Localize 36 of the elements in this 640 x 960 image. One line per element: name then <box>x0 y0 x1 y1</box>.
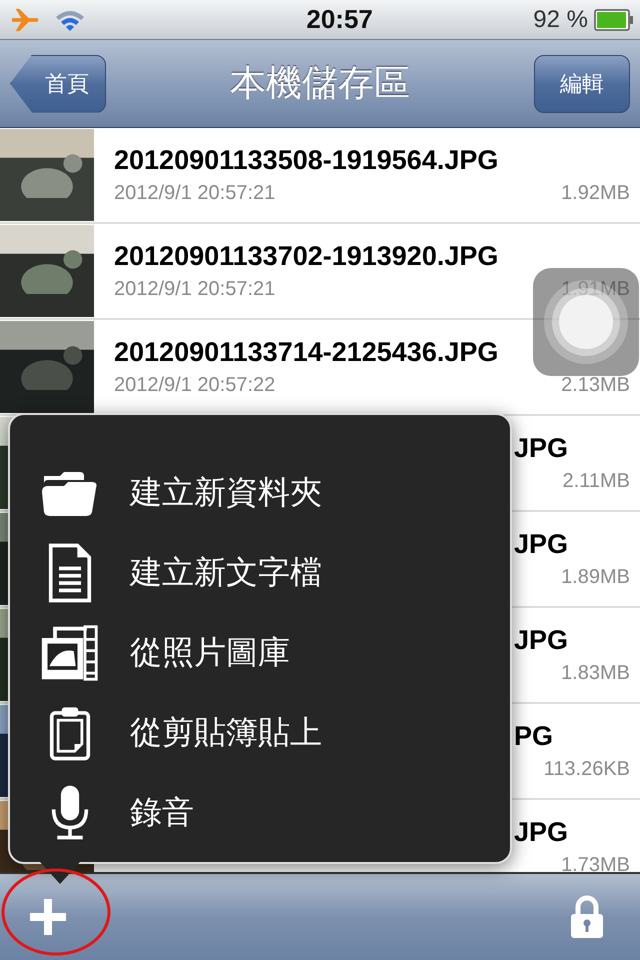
file-size: 2.11MB <box>562 470 630 493</box>
menu-item[interactable]: 建立新資料夾 <box>10 453 510 533</box>
photo-film-icon <box>40 623 100 683</box>
menu-item[interactable]: 從照片圖庫 <box>10 613 510 693</box>
lock-icon[interactable] <box>570 895 604 939</box>
file-size: 1.89MB <box>561 566 630 589</box>
file-name: 20120901133714-2125436.JPG <box>114 337 500 368</box>
file-name: PG <box>514 721 554 752</box>
file-name: JPG <box>514 817 568 848</box>
file-size: 1.73MB <box>561 854 630 872</box>
file-size: 1.92MB <box>561 182 630 205</box>
file-size: 1.83MB <box>561 662 630 685</box>
clipboard-icon <box>49 705 91 761</box>
file-date: 2012/9/1 20:57:21 <box>114 278 276 301</box>
file-name: JPG <box>514 433 568 464</box>
file-name: 20120901133702-1913920.JPG <box>114 241 500 272</box>
file-date: 2012/9/1 20:57:22 <box>114 374 276 397</box>
airplane-icon <box>10 6 40 32</box>
file-size: 113.26KB <box>544 758 630 781</box>
file-date: 2012/9/1 20:57:21 <box>114 182 276 205</box>
menu-item[interactable]: 從剪貼簿貼上 <box>10 693 510 773</box>
file-name: JPG <box>514 625 568 656</box>
menu-item[interactable]: 錄音 <box>10 773 510 853</box>
file-name: 20120901133508-1919564.JPG <box>114 145 500 176</box>
file-row[interactable]: 20120901133508-1919564.JPG 2012/9/1 20:57:21 1.92MB <box>0 128 640 224</box>
battery-icon <box>594 8 634 30</box>
file-name: JPG <box>514 529 568 560</box>
document-icon <box>48 542 92 604</box>
assistive-touch-button[interactable] <box>533 268 639 376</box>
back-button[interactable]: 首頁 <box>10 54 106 112</box>
file-size: 2.13MB <box>561 374 630 397</box>
clock-time: 20:57 <box>305 4 373 35</box>
battery-percentage: 92 % <box>533 6 588 34</box>
screen-title: 本機儲存區 <box>230 61 410 105</box>
menu-item[interactable]: 建立新文字檔 <box>10 533 510 613</box>
edit-button[interactable]: 編輯 <box>534 54 630 112</box>
